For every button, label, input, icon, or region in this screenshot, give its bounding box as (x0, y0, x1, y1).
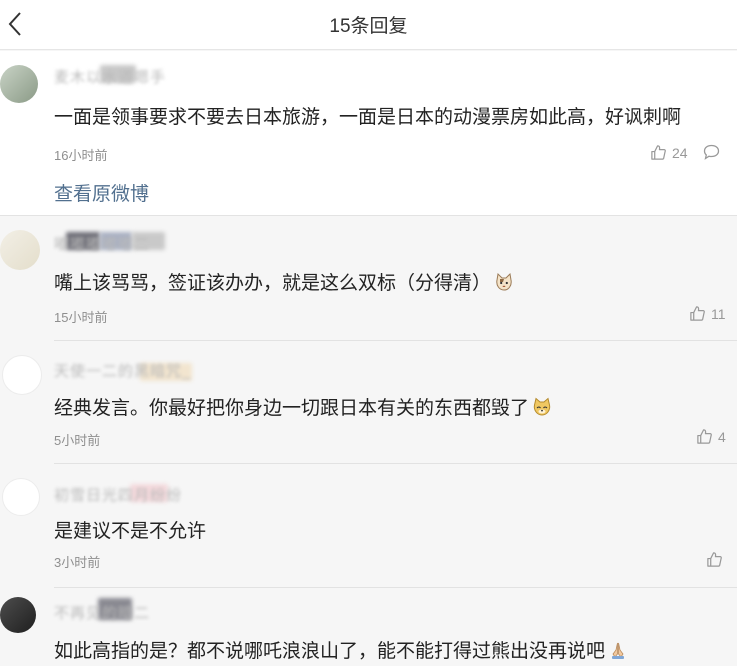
reply-item: 嘟嘟嘟嘟嘟二 嘴上该骂骂，签证该办办，就是这么双标（分得清） 15小时前 11 (0, 217, 737, 341)
doge-icon (533, 397, 551, 416)
like-count: 4 (718, 428, 726, 445)
thumbs-up-icon (707, 552, 722, 567)
reply-username[interactable]: 初雪日光四月纷纷 (54, 484, 182, 505)
like-button[interactable] (706, 551, 728, 568)
reply-time: 5小时前 (54, 433, 101, 448)
view-original-link[interactable]: 查看原微博 (54, 179, 149, 206)
like-button[interactable]: 11 (689, 305, 726, 322)
avatar[interactable] (0, 230, 40, 270)
thumbs-up-icon (697, 429, 712, 444)
comment-text: 一面是领事要求不要去日本旅游，一面是日本的动漫票房如此高，好讽刺啊 (54, 107, 682, 128)
reply-text: 嘴上该骂骂，签证该办办，就是这么双标（分得清） (54, 268, 514, 295)
avatar[interactable] (2, 478, 40, 516)
speech-bubble-icon (703, 144, 720, 160)
reply-item: 天使一二的黑暗咒_ 经典发言。你最好把你身边一切跟日本有关的东西都毁了 5小时前… (0, 341, 737, 464)
reply-time: 15小时前 (54, 310, 108, 325)
like-button[interactable]: 4 (696, 428, 726, 445)
reply-username[interactable]: 不再见的暗二 (54, 602, 150, 623)
reply-time: 3小时前 (54, 555, 101, 570)
reply-text: 如此高指的是？都不说哪吒浪浪山了，能不能打得过熊出没再说吧 (54, 636, 628, 663)
top-bar: 15条回复 (0, 0, 737, 50)
thumbs-up-icon (651, 145, 666, 160)
avatar[interactable] (0, 597, 36, 633)
reply-username[interactable]: 天使一二的黑暗咒_ (54, 360, 191, 381)
reply-item: 不再见的暗二 如此高指的是？都不说哪吒浪浪山了，能不能打得过熊出没再说吧 (0, 588, 737, 666)
avatar[interactable] (2, 355, 42, 395)
thumbs-up-icon (690, 306, 705, 321)
folded-hands-icon (612, 642, 625, 659)
comment-username[interactable]: 麦木以水道嗯手 (54, 66, 166, 87)
reply-text: 是建议不是不允许 (54, 521, 207, 542)
comment-reply-button[interactable] (703, 144, 720, 165)
avatar[interactable] (0, 65, 38, 103)
reply-item: 初雪日光四月纷纷 是建议不是不允许 3小时前 (0, 464, 737, 588)
reply-username[interactable]: 嘟嘟嘟嘟嘟二 (54, 233, 150, 254)
like-count: 11 (711, 305, 726, 322)
comment-time: 16小时前 (54, 148, 108, 163)
like-button[interactable]: 24 (650, 144, 688, 161)
reply-text: 经典发言。你最好把你身边一切跟日本有关的东西都毁了 (54, 393, 552, 420)
like-count: 24 (672, 144, 688, 161)
main-comment: 麦木以水道嗯手 一面是领事要求不要去日本旅游，一面是日本的动漫票房如此高，好讽刺… (0, 51, 737, 216)
cat-face-icon (496, 272, 512, 291)
page-title: 15条回复 (329, 16, 408, 37)
